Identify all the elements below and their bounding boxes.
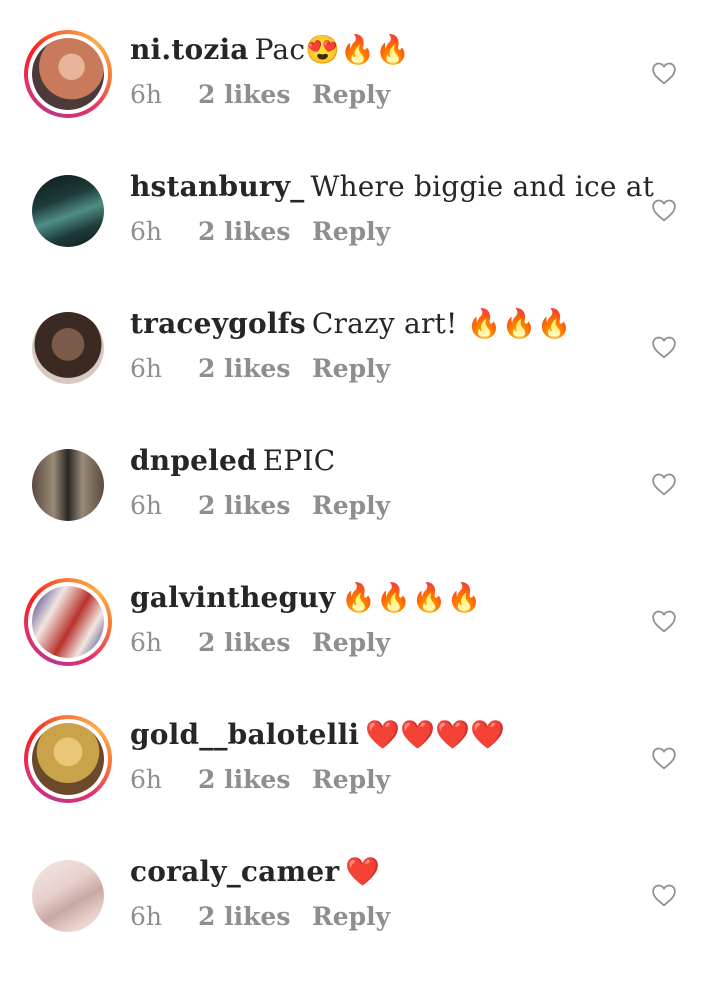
comment-username[interactable]: gold__balotelli: [130, 718, 359, 751]
reply-button[interactable]: Reply: [312, 80, 390, 110]
comment-row: traceygolfs Crazy art! 🔥🔥🔥 6h 2 likes Reply: [0, 306, 718, 443]
comment-time: 6h: [130, 491, 163, 520]
reply-button[interactable]: Reply: [312, 217, 390, 247]
avatar[interactable]: [32, 860, 104, 932]
comment-likes[interactable]: 2 likes: [198, 354, 312, 384]
comment-row: coraly_camer ❤️ 6h 2 likes Reply: [0, 854, 718, 991]
heart-outline-icon[interactable]: [651, 609, 677, 633]
comment-time: 6h: [130, 628, 163, 657]
comment-time: 6h: [130, 354, 163, 383]
avatar-wrap: [24, 167, 112, 255]
avatar[interactable]: [32, 449, 104, 521]
reply-button[interactable]: Reply: [312, 628, 390, 658]
avatar-wrap: [24, 852, 112, 940]
heart-outline-icon[interactable]: [651, 472, 677, 496]
comment-username[interactable]: dnpeled: [130, 444, 257, 477]
story-ring[interactable]: [24, 30, 112, 118]
comment-text: EPIC: [262, 444, 336, 477]
comment-row: gold__balotelli ❤️❤️❤️❤️ 6h 2 likes Reply: [0, 715, 718, 854]
comment-username[interactable]: galvintheguy: [130, 581, 335, 614]
comment-text: Crazy art! 🔥🔥🔥: [311, 307, 572, 340]
comment-text: Where biggie and ice at: [310, 170, 655, 203]
comment-username[interactable]: ni.tozia: [130, 33, 249, 66]
comment-time: 6h: [130, 902, 163, 931]
comment-likes[interactable]: 2 likes: [198, 628, 312, 658]
comment-text: 🔥🔥🔥🔥: [341, 581, 482, 614]
comment-row: ni.tozia Pac😍🔥🔥 6h 2 likes Reply: [0, 30, 718, 169]
comment-username[interactable]: coraly_camer: [130, 855, 339, 888]
comment-likes[interactable]: 2 likes: [198, 765, 312, 795]
comment-time: 6h: [130, 80, 163, 109]
comment-username[interactable]: traceygolfs: [130, 307, 306, 340]
comment-time: 6h: [130, 765, 163, 794]
story-ring[interactable]: [24, 578, 112, 666]
heart-outline-icon[interactable]: [651, 746, 677, 770]
avatar[interactable]: [32, 723, 104, 795]
avatar[interactable]: [32, 38, 104, 110]
heart-outline-icon[interactable]: [651, 335, 677, 359]
heart-outline-icon[interactable]: [651, 61, 677, 85]
comment-username[interactable]: hstanbury_: [130, 170, 305, 203]
avatar[interactable]: [32, 175, 104, 247]
comment-list: ni.tozia Pac😍🔥🔥 6h 2 likes Reply hstanbury_…: [0, 0, 718, 934]
comment-likes[interactable]: 2 likes: [198, 80, 312, 110]
avatar-wrap: [24, 304, 112, 392]
heart-outline-icon[interactable]: [651, 198, 677, 222]
reply-button[interactable]: Reply: [312, 491, 390, 521]
comment-text: Pac😍🔥🔥: [254, 33, 411, 66]
comment-time: 6h: [130, 217, 163, 246]
avatar[interactable]: [32, 312, 104, 384]
comment-row: galvintheguy 🔥🔥🔥🔥 6h 2 likes Reply: [0, 578, 718, 717]
comment-likes[interactable]: 2 likes: [198, 217, 312, 247]
reply-button[interactable]: Reply: [312, 765, 390, 795]
comment-text: ❤️❤️❤️❤️: [365, 718, 506, 751]
comment-row: hstanbury_ Where biggie and ice at 6h 2 li…: [0, 169, 718, 306]
story-ring[interactable]: [24, 715, 112, 803]
reply-button[interactable]: Reply: [312, 354, 390, 384]
avatar[interactable]: [32, 586, 104, 658]
reply-button[interactable]: Reply: [312, 902, 390, 932]
comment-row: dnpeled EPIC 6h 2 likes Reply: [0, 443, 718, 580]
heart-outline-icon[interactable]: [651, 883, 677, 907]
comment-likes[interactable]: 2 likes: [198, 491, 312, 521]
avatar-wrap: [24, 441, 112, 529]
comment-text: ❤️: [345, 855, 381, 888]
comment-likes[interactable]: 2 likes: [198, 902, 312, 932]
